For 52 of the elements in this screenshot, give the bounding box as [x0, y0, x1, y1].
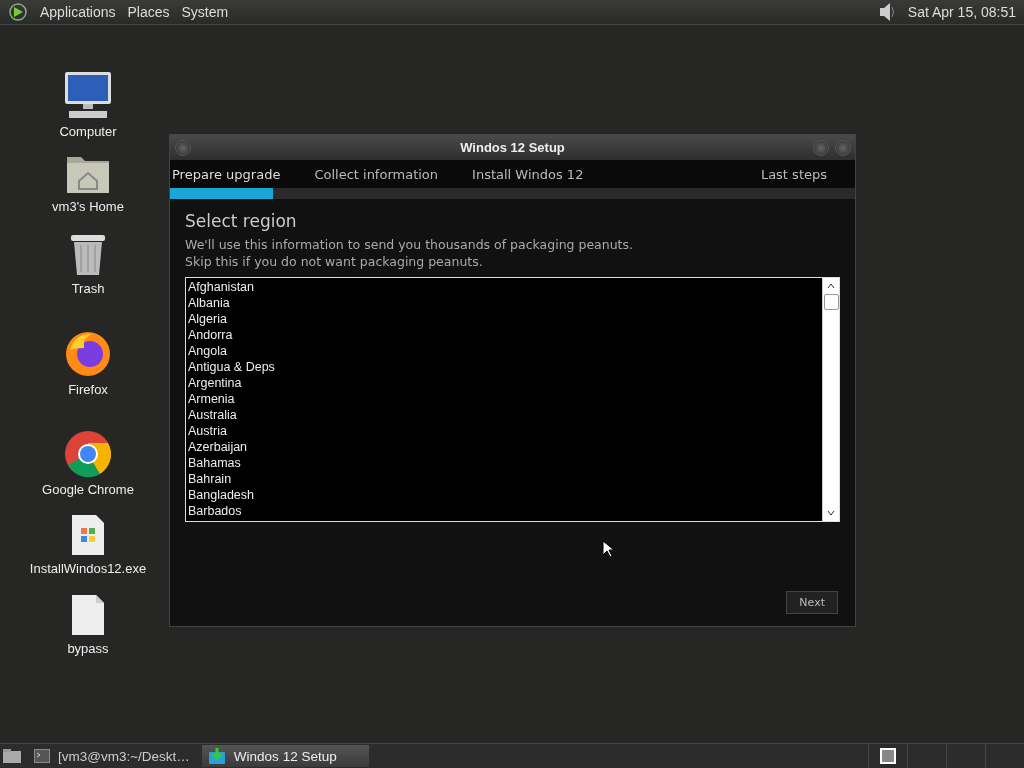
region-item[interactable]: Andorra: [186, 327, 822, 343]
download-box-icon: [207, 748, 226, 764]
region-item[interactable]: Bahrain: [186, 471, 822, 487]
desktop-icon-label[interactable]: bypass: [67, 641, 109, 656]
terminal-icon: [34, 749, 50, 763]
trash-icon[interactable]: [69, 233, 107, 277]
menu-item[interactable]: Places: [127, 4, 170, 20]
menu-item[interactable]: Applications: [40, 4, 116, 20]
menu-item[interactable]: System: [181, 4, 229, 20]
region-item[interactable]: Barbados: [186, 503, 822, 519]
scrollbar[interactable]: [822, 278, 839, 521]
desktop-icon-label[interactable]: Google Chrome: [42, 482, 134, 497]
desktop-icon-label[interactable]: Firefox: [68, 382, 108, 397]
logo-icon[interactable]: [8, 2, 28, 22]
region-item[interactable]: Albania: [186, 295, 822, 311]
desktop-icon-label[interactable]: InstallWindos12.exe: [29, 561, 147, 576]
clock[interactable]: Sat Apr 15, 08:51: [907, 4, 1016, 20]
desktop-icon-label[interactable]: Computer: [59, 124, 117, 139]
region-item[interactable]: Angola: [186, 343, 822, 359]
region-item[interactable]: Austria: [186, 423, 822, 439]
region-item[interactable]: Argentina: [186, 375, 822, 391]
executable-file-icon[interactable]: [70, 513, 106, 557]
region-item[interactable]: Algeria: [186, 311, 822, 327]
setup-step: Collect information: [314, 166, 439, 182]
file-icon[interactable]: [70, 593, 106, 637]
region-item[interactable]: Australia: [186, 407, 822, 423]
next-button[interactable]: Next: [786, 591, 838, 614]
firefox-icon[interactable]: [64, 330, 112, 378]
taskbar-button[interactable]: [vm3@vm3:~/Deskt…: [28, 745, 196, 767]
section-heading: Select region: [185, 211, 298, 231]
scroll-thumb[interactable]: [823, 294, 839, 310]
chrome-icon[interactable]: [64, 430, 112, 478]
region-item[interactable]: Armenia: [186, 391, 822, 407]
region-item[interactable]: Bahamas: [186, 455, 822, 471]
taskbar-button[interactable]: Windos 12 Setup: [201, 745, 369, 767]
region-item[interactable]: Bangladesh: [186, 487, 822, 503]
description-text: We'll use this information to send you thousands of packaging peanuts.: [185, 236, 634, 253]
region-item[interactable]: Afghanistan: [186, 279, 822, 295]
window-title: Windos 12 Setup: [460, 140, 565, 155]
region-item[interactable]: Antigua & Deps: [186, 359, 822, 375]
region-item[interactable]: Azerbaijan: [186, 439, 822, 455]
setup-step: Install Windos 12: [472, 166, 584, 182]
desktop-icon-label[interactable]: Trash: [71, 281, 105, 296]
workspace-indicator: [880, 748, 896, 764]
mouse-cursor-icon: [602, 540, 614, 558]
description-text: Skip this if you do not want packaging peanuts.: [185, 253, 484, 270]
computer-icon[interactable]: [63, 70, 113, 120]
setup-step: Prepare upgrade: [172, 166, 281, 182]
speaker-icon[interactable]: [877, 1, 896, 23]
setup-step: Last steps: [760, 166, 827, 182]
desktop-icon-label[interactable]: vm3's Home: [52, 199, 124, 214]
show-desktop-icon[interactable]: [2, 748, 22, 764]
